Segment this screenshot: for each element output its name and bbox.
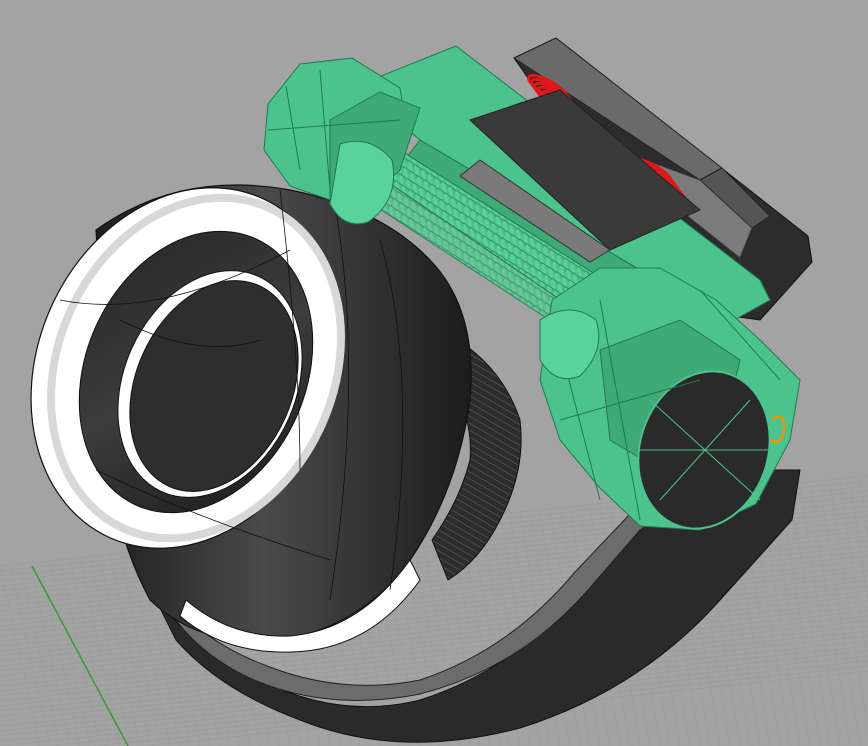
grid-line [0, 615, 868, 707]
grid-line [89, 556, 131, 746]
grid-line [9, 564, 51, 746]
grid-line [809, 484, 851, 746]
grid-line [819, 483, 861, 746]
grid-line [0, 590, 868, 682]
grid-line [0, 570, 868, 662]
grid-line [0, 595, 868, 687]
grid-line [849, 480, 868, 602]
grid-line [0, 585, 868, 677]
grid-line [799, 485, 841, 746]
3d-viewport[interactable] [0, 0, 868, 746]
grid-line [19, 563, 61, 746]
grid-line [99, 555, 141, 746]
